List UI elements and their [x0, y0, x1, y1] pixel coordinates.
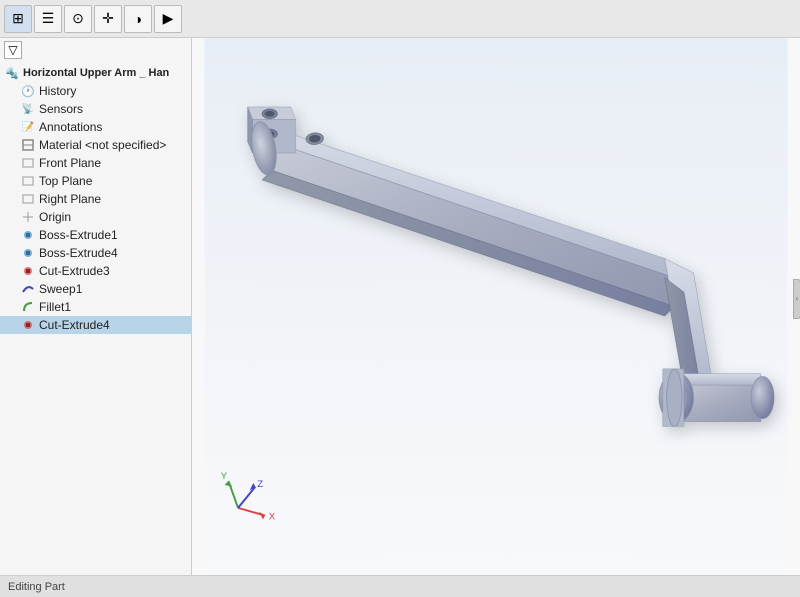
more-icon[interactable]: ▶: [154, 5, 182, 33]
tree-item-sensors-label: Sensors: [39, 102, 83, 116]
tree-item-history-label: History: [39, 84, 76, 98]
tree-item-origin-label: Origin: [39, 210, 71, 224]
display-icon[interactable]: ◑: [124, 5, 152, 33]
status-text: Editing Part: [8, 581, 65, 593]
tree-item-right-plane-label: Right Plane: [39, 192, 101, 206]
tree-item-right-plane[interactable]: Right Plane: [0, 190, 191, 208]
tree-item-annotations-label: Annotations: [39, 120, 102, 134]
tree-item-cut-extrude4-label: Cut-Extrude4: [39, 318, 110, 332]
model-svg: X Y Z: [192, 38, 800, 575]
tree-item-material-label: Material <not specified>: [39, 138, 166, 152]
tree-item-fillet1[interactable]: Fillet1: [0, 298, 191, 316]
boss-extrude1-icon: [20, 227, 36, 243]
tree-item-sensors[interactable]: 📡 Sensors: [0, 100, 191, 118]
tree-item-sweep1-label: Sweep1: [39, 282, 82, 296]
main-area: ▽ 🔩 Horizontal Upper Arm _ Han 🕐 History…: [0, 38, 800, 575]
front-plane-icon: [20, 155, 36, 171]
property-manager-icon[interactable]: ☰: [34, 5, 62, 33]
tree-item-boss-extrude4-label: Boss-Extrude4: [39, 246, 118, 260]
dimxpert-icon[interactable]: ✛: [94, 5, 122, 33]
main-toolbar: ⊞ ☰ ⊙ ✛ ◑ ▶: [0, 0, 800, 38]
tree-item-cut-extrude3-label: Cut-Extrude3: [39, 264, 110, 278]
tree-item-boss-extrude4[interactable]: Boss-Extrude4: [0, 244, 191, 262]
right-plane-icon: [20, 191, 36, 207]
history-icon: 🕐: [20, 83, 36, 99]
status-bar: Editing Part: [0, 575, 800, 597]
top-plane-icon: [20, 173, 36, 189]
material-icon: [20, 137, 36, 153]
part-icon: 🔩: [4, 65, 20, 81]
tree-item-history[interactable]: 🕐 History: [0, 82, 191, 100]
fillet1-icon: [20, 299, 36, 315]
tree-item-material[interactable]: Material <not specified>: [0, 136, 191, 154]
tree-item-cut-extrude4[interactable]: Cut-Extrude4: [0, 316, 191, 334]
tree-item-fillet1-label: Fillet1: [39, 300, 71, 314]
tree-item-front-plane-label: Front Plane: [39, 156, 101, 170]
left-panel: ▽ 🔩 Horizontal Upper Arm _ Han 🕐 History…: [0, 38, 192, 575]
cut-extrude4-icon: [20, 317, 36, 333]
tree-item-sweep1[interactable]: Sweep1: [0, 280, 191, 298]
part-name-label: Horizontal Upper Arm _ Han: [23, 67, 169, 79]
feature-manager-icon[interactable]: ⊞: [4, 5, 32, 33]
svg-text:X: X: [269, 511, 276, 522]
configuration-icon[interactable]: ⊙: [64, 5, 92, 33]
viewport[interactable]: X Y Z: [192, 38, 800, 575]
tree-item-origin[interactable]: Origin: [0, 208, 191, 226]
tree-item-annotations[interactable]: 📝 Annotations: [0, 118, 191, 136]
feature-tree: 🔩 Horizontal Upper Arm _ Han 🕐 History 📡…: [0, 62, 191, 575]
tree-root-item[interactable]: 🔩 Horizontal Upper Arm _ Han: [0, 64, 191, 82]
cut-extrude3-icon: [20, 263, 36, 279]
sweep1-icon: [20, 281, 36, 297]
tree-item-top-plane[interactable]: Top Plane: [0, 172, 191, 190]
svg-text:Z: Z: [257, 479, 263, 490]
svg-text:Y: Y: [221, 471, 228, 482]
tree-item-front-plane[interactable]: Front Plane: [0, 154, 191, 172]
filter-icon[interactable]: ▽: [4, 41, 22, 59]
tree-item-top-plane-label: Top Plane: [39, 174, 92, 188]
sensors-icon: 📡: [20, 101, 36, 117]
tree-item-boss-extrude1[interactable]: Boss-Extrude1: [0, 226, 191, 244]
annotations-icon: 📝: [20, 119, 36, 135]
tree-item-cut-extrude3[interactable]: Cut-Extrude3: [0, 262, 191, 280]
tree-item-boss-extrude1-label: Boss-Extrude1: [39, 228, 118, 242]
boss-extrude4-icon: [20, 245, 36, 261]
origin-icon: [20, 209, 36, 225]
